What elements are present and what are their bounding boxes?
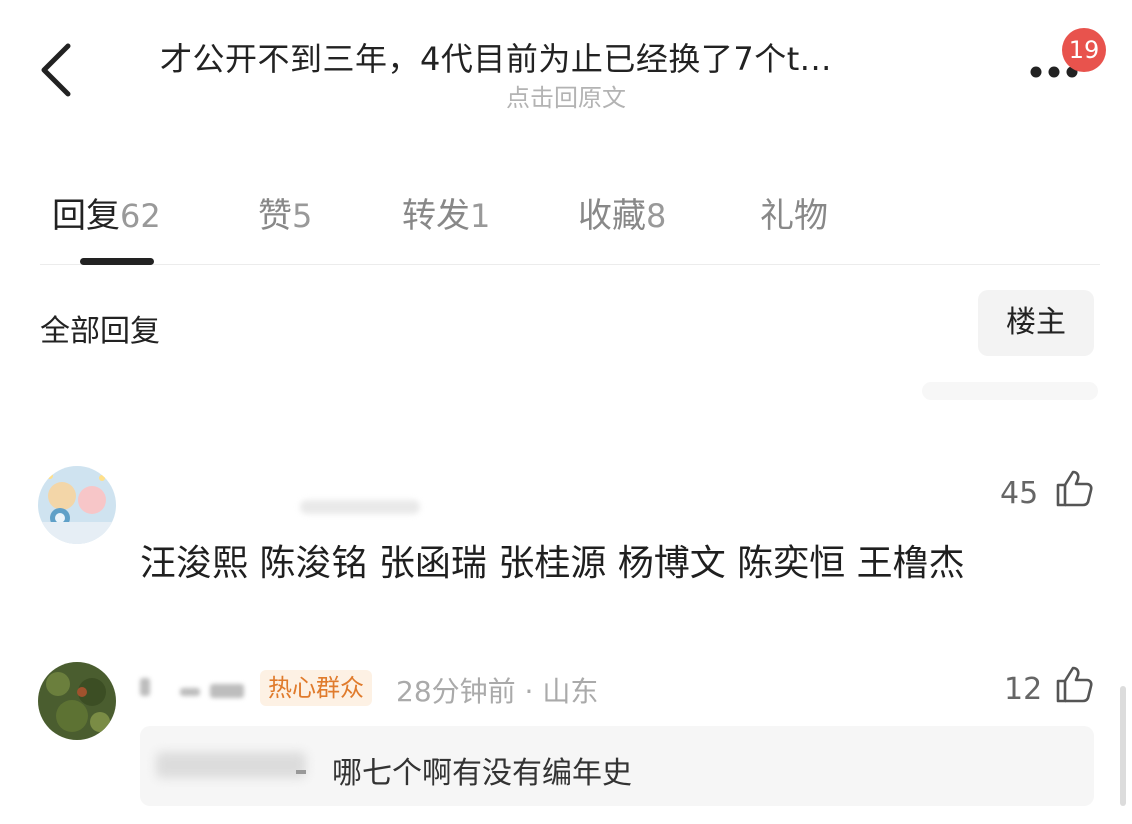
tab-label: 转发 [402,196,470,236]
tab-count: 1 [470,197,491,235]
quoted-reply-text: 哪七个啊有没有编年史 [332,756,632,791]
tab-likes[interactable]: 赞5 [258,188,312,237]
active-tab-indicator [80,258,154,265]
thumbs-up-icon[interactable] [1054,468,1094,508]
avatar[interactable] [38,466,116,544]
tab-gifts[interactable]: 礼物 [760,188,828,237]
tab-count: 5 [292,197,313,235]
tab-label: 赞 [258,196,292,236]
tab-label: 收藏 [578,196,646,236]
back-to-original-link[interactable]: 点击回原文 [0,78,1132,113]
tabs-divider [40,264,1100,265]
like-count: 45 [1000,476,1039,511]
separator-dot [296,770,306,774]
notification-badge: 19 [1062,28,1106,72]
faded-bar [922,382,1098,400]
username-blurred [140,670,250,704]
user-tag-badge: 热心群众 [260,670,372,706]
op-filter-button[interactable]: 楼主 [978,290,1094,356]
tab-label: 礼物 [760,196,828,236]
page-title: 才公开不到三年，4代目前为止已经换了7个t... [160,40,832,78]
tab-label: 回复 [52,196,120,236]
tab-replies[interactable]: 回复62 [52,188,161,237]
section-title: 全部回复 [40,314,160,349]
scrollbar[interactable] [1120,686,1126,806]
thumbs-up-icon[interactable] [1054,664,1094,704]
tab-count: 8 [646,197,667,235]
username-blurred [300,500,420,514]
tab-reposts[interactable]: 转发1 [402,188,490,237]
tab-count: 62 [120,197,161,235]
comment-text: 汪浚熙 陈浚铭 张函瑞 张桂源 杨博文 陈奕恒 王橹杰 [140,543,965,584]
tab-favorites[interactable]: 收藏8 [578,188,666,237]
comment-meta: 28分钟前 · 山东 [396,675,599,708]
avatar[interactable] [38,662,116,740]
like-count: 12 [1004,672,1043,707]
quoted-username-blurred [156,752,306,778]
